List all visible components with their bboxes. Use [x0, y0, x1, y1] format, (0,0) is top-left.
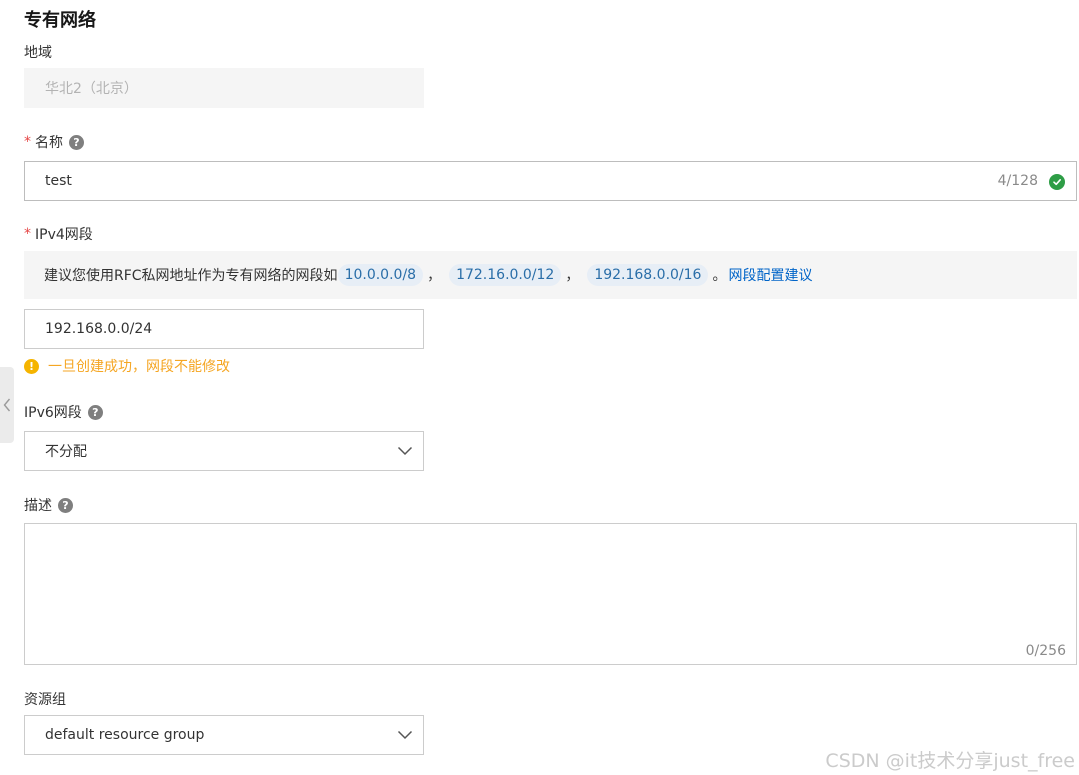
- name-value: test: [45, 173, 72, 189]
- description-label: 描述: [24, 498, 52, 514]
- ipv4-hint-text: 建议您使用RFC私网地址作为专有网络的网段如: [44, 268, 338, 284]
- ipv4-label: IPv4网段: [35, 227, 93, 243]
- ipv6-selected: 不分配: [45, 444, 87, 460]
- help-icon[interactable]: ?: [58, 497, 73, 513]
- cidr-option[interactable]: 192.168.0.0/16: [587, 264, 709, 286]
- region-label-row: 地域: [24, 42, 52, 62]
- chevron-down-icon: [397, 446, 413, 456]
- ipv4-value: 192.168.0.0/24: [45, 321, 153, 337]
- cidr-option[interactable]: 172.16.0.0/12: [449, 264, 562, 286]
- end-mark: 。: [712, 268, 727, 284]
- resource-group-select[interactable]: default resource group: [24, 715, 424, 755]
- name-label-row: * 名称 ?: [24, 132, 84, 152]
- ipv6-label-row: IPv6网段 ?: [24, 402, 103, 422]
- warning-text: 一旦创建成功，网段不能修改: [48, 359, 230, 375]
- required-mark: *: [24, 226, 31, 242]
- chevron-down-icon: [397, 730, 413, 740]
- name-counter: 4/128: [997, 173, 1038, 189]
- name-label: 名称: [35, 135, 63, 151]
- cidr-option[interactable]: 10.0.0.0/8: [337, 264, 424, 286]
- ipv6-select[interactable]: 不分配: [24, 431, 424, 471]
- cidr-advice-link[interactable]: 网段配置建议: [728, 265, 812, 285]
- ipv6-label: IPv6网段: [24, 405, 82, 421]
- side-panel-toggle[interactable]: [0, 367, 14, 443]
- ipv4-warning: ! 一旦创建成功，网段不能修改: [24, 356, 230, 376]
- help-icon[interactable]: ?: [87, 404, 103, 420]
- resource-group-label-row: 资源组: [24, 689, 66, 709]
- resource-group-selected: default resource group: [45, 727, 205, 743]
- region-label: 地域: [24, 45, 52, 61]
- vpc-form: 专有网络 地域 华北2（北京） * 名称 ? test 4/128 * IPv4…: [0, 0, 1079, 775]
- description-counter: 0/256: [1025, 643, 1066, 659]
- ipv4-hint-box: 建议您使用RFC私网地址作为专有网络的网段如 10.0.0.0/8 ， 172.…: [24, 251, 1077, 299]
- region-value: 华北2（北京）: [45, 81, 138, 97]
- separator: ，: [565, 268, 580, 284]
- resource-group-label: 资源组: [24, 692, 66, 708]
- help-icon[interactable]: ?: [69, 134, 84, 150]
- ipv4-input[interactable]: 192.168.0.0/24: [24, 309, 424, 349]
- description-label-row: 描述 ?: [24, 495, 73, 515]
- name-input[interactable]: test 4/128: [24, 161, 1077, 201]
- description-textarea[interactable]: 0/256: [24, 523, 1077, 665]
- check-circle-icon: [1049, 174, 1065, 190]
- section-title: 专有网络: [24, 10, 96, 31]
- chevron-left-icon: [3, 398, 11, 412]
- watermark: CSDN @it技术分享just_free: [825, 750, 1075, 772]
- ipv4-label-row: * IPv4网段: [24, 224, 93, 244]
- separator: ，: [427, 268, 442, 284]
- required-mark: *: [24, 134, 31, 150]
- region-field: 华北2（北京）: [24, 68, 424, 108]
- warning-icon: !: [24, 358, 39, 374]
